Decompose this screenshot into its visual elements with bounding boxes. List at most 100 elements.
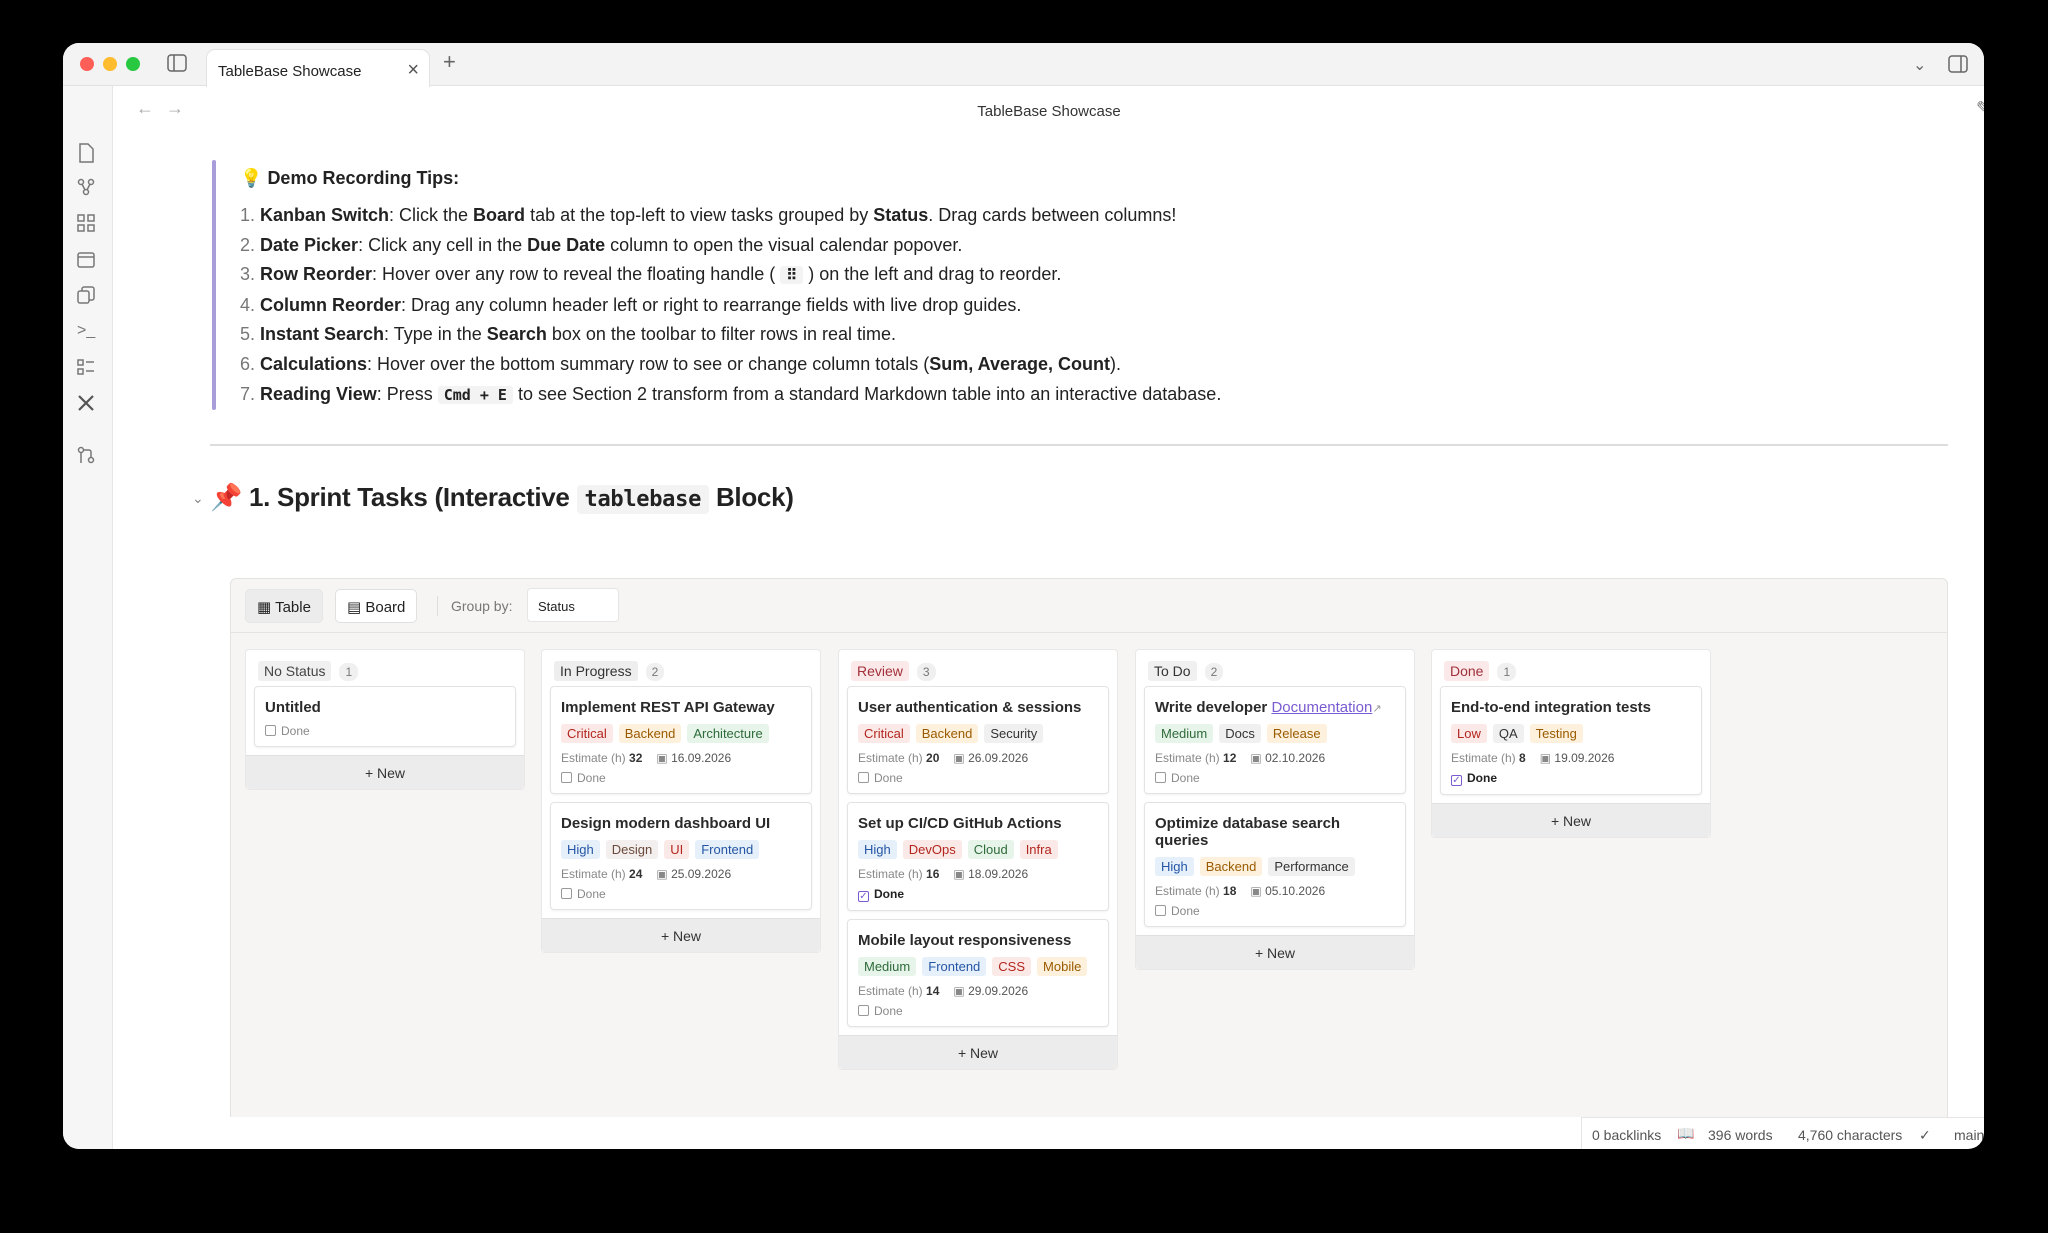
new-card-button[interactable]: + New bbox=[542, 918, 820, 952]
tag[interactable]: Cloud bbox=[967, 840, 1014, 859]
copy-icon[interactable] bbox=[77, 286, 99, 308]
done-checkbox[interactable]: Done bbox=[265, 724, 505, 738]
tag[interactable]: High bbox=[561, 840, 600, 859]
estimate-value[interactable]: 18 bbox=[1223, 884, 1236, 898]
tag[interactable]: Medium bbox=[858, 957, 917, 976]
task-card[interactable]: End-to-end integration tests Low QA Testing… bbox=[1440, 686, 1702, 795]
done-checkbox[interactable]: Done bbox=[1155, 904, 1395, 918]
tag[interactable]: Frontend bbox=[922, 957, 987, 976]
estimate-value[interactable]: 32 bbox=[629, 751, 642, 765]
estimate-value[interactable]: 12 bbox=[1223, 751, 1236, 765]
close-window-button[interactable] bbox=[80, 57, 94, 71]
done-checkbox[interactable]: Done bbox=[561, 771, 801, 785]
groupby-select[interactable]: Status bbox=[527, 588, 619, 622]
graph-icon[interactable] bbox=[77, 178, 99, 200]
estimate-value[interactable]: 8 bbox=[1519, 751, 1526, 765]
task-card[interactable]: Set up CI/CD GitHub Actions High DevOps Clo… bbox=[847, 802, 1109, 911]
new-card-button[interactable]: + New bbox=[1136, 935, 1414, 969]
backlinks-count[interactable]: 0 backlinks bbox=[1592, 1127, 1661, 1143]
file-icon[interactable] bbox=[77, 143, 99, 165]
right-sidebar-toggle-icon[interactable] bbox=[1948, 55, 1968, 78]
done-checkbox[interactable]: ✓ Done bbox=[1451, 771, 1691, 786]
tag[interactable]: Backend bbox=[1199, 857, 1263, 876]
maximize-window-button[interactable] bbox=[126, 57, 140, 71]
close-tab-icon[interactable]: × bbox=[407, 59, 419, 82]
done-checkbox[interactable]: Done bbox=[1155, 771, 1395, 785]
edit-icon[interactable]: ✎ bbox=[1976, 98, 1984, 119]
tag[interactable]: Backend bbox=[618, 724, 682, 743]
task-card[interactable]: Mobile layout responsiveness Medium Fronte… bbox=[847, 919, 1109, 1027]
done-checkbox[interactable]: Done bbox=[561, 887, 801, 901]
tag[interactable]: Security bbox=[984, 724, 1044, 743]
column-header[interactable]: No Status 1 bbox=[246, 650, 524, 686]
tag[interactable]: UI bbox=[664, 840, 690, 859]
task-card[interactable]: Write developer Documentation↗ Medium Docs… bbox=[1144, 686, 1406, 794]
git-icon[interactable] bbox=[77, 446, 99, 468]
tag[interactable]: Frontend bbox=[695, 840, 760, 859]
tag[interactable]: Mobile bbox=[1037, 957, 1088, 976]
fold-chevron-icon[interactable]: ⌄ bbox=[192, 490, 204, 507]
estimate-value[interactable]: 14 bbox=[926, 984, 939, 998]
tag[interactable]: Backend bbox=[915, 724, 979, 743]
tab-tablebase-showcase[interactable]: TableBase Showcase × bbox=[206, 49, 430, 87]
due-date[interactable]: 02.10.2026 bbox=[1265, 751, 1325, 765]
done-checkbox[interactable]: ✓ Done bbox=[858, 887, 1098, 902]
new-tab-icon[interactable]: + bbox=[443, 49, 456, 75]
tag[interactable]: Architecture bbox=[687, 724, 769, 743]
tools-icon[interactable] bbox=[77, 394, 99, 416]
documentation-link[interactable]: Documentation bbox=[1271, 699, 1372, 716]
tag[interactable]: Infra bbox=[1019, 840, 1058, 859]
task-card[interactable]: Design modern dashboard UI High Design UI Fr… bbox=[550, 802, 812, 910]
sidebar-toggle-icon[interactable] bbox=[167, 54, 187, 77]
git-branch[interactable]: main bbox=[1954, 1127, 1984, 1143]
estimate-value[interactable]: 20 bbox=[926, 751, 939, 765]
minimize-window-button[interactable] bbox=[103, 57, 117, 71]
due-date[interactable]: 26.09.2026 bbox=[968, 751, 1028, 765]
estimate-value[interactable]: 16 bbox=[926, 867, 939, 881]
list-icon[interactable] bbox=[77, 358, 99, 380]
due-date[interactable]: 25.09.2026 bbox=[671, 867, 731, 881]
terminal-icon[interactable]: >_ bbox=[77, 322, 99, 344]
due-date[interactable]: 05.10.2026 bbox=[1265, 884, 1325, 898]
column-header[interactable]: Done 1 bbox=[1432, 650, 1710, 686]
tag[interactable]: Release bbox=[1266, 724, 1327, 743]
tag[interactable]: Performance bbox=[1268, 857, 1355, 876]
tag[interactable]: Critical bbox=[561, 724, 613, 743]
kanban-column: To Do 2 Write developer Documentation↗ Medi… bbox=[1135, 649, 1415, 970]
tag[interactable]: Docs bbox=[1219, 724, 1261, 743]
card-title: Write developer Documentation↗ bbox=[1155, 699, 1395, 716]
new-card-button[interactable]: + New bbox=[246, 755, 524, 789]
due-date[interactable]: 18.09.2026 bbox=[968, 867, 1028, 881]
tag[interactable]: DevOps bbox=[902, 840, 962, 859]
due-date[interactable]: 19.09.2026 bbox=[1554, 751, 1614, 765]
column-header[interactable]: Review 3 bbox=[839, 650, 1117, 686]
chevron-down-icon[interactable]: ⌄ bbox=[1913, 55, 1926, 75]
task-card[interactable]: Implement REST API Gateway Critical Backen… bbox=[550, 686, 812, 794]
board-view-button[interactable]: ▤ Board bbox=[335, 589, 418, 623]
due-date[interactable]: 29.09.2026 bbox=[968, 984, 1028, 998]
new-card-button[interactable]: + New bbox=[839, 1035, 1117, 1069]
task-card[interactable]: Untitled Done bbox=[254, 686, 516, 747]
tag[interactable]: Critical bbox=[858, 724, 910, 743]
tag[interactable]: CSS bbox=[992, 957, 1032, 976]
due-date[interactable]: 16.09.2026 bbox=[671, 751, 731, 765]
tag[interactable]: Testing bbox=[1529, 724, 1583, 743]
column-header[interactable]: To Do 2 bbox=[1136, 650, 1414, 686]
book-icon[interactable]: 📖 bbox=[1677, 1125, 1694, 1142]
done-checkbox[interactable]: Done bbox=[858, 771, 1098, 785]
tag[interactable]: Low bbox=[1451, 724, 1487, 743]
table-view-button[interactable]: ▦ Table bbox=[245, 589, 323, 623]
estimate-value[interactable]: 24 bbox=[629, 867, 642, 881]
tag[interactable]: High bbox=[1155, 857, 1194, 876]
tag[interactable]: High bbox=[858, 840, 897, 859]
grid-icon[interactable] bbox=[77, 214, 99, 236]
column-header[interactable]: In Progress 2 bbox=[542, 650, 820, 686]
task-card[interactable]: User authentication & sessions Critical Ba… bbox=[847, 686, 1109, 794]
tag[interactable]: Medium bbox=[1155, 724, 1214, 743]
tag[interactable]: Design bbox=[605, 840, 659, 859]
new-card-button[interactable]: + New bbox=[1432, 803, 1710, 837]
task-card[interactable]: Optimize database search queries High Back… bbox=[1144, 802, 1406, 927]
calendar-icon[interactable] bbox=[77, 250, 99, 272]
done-checkbox[interactable]: Done bbox=[858, 1004, 1098, 1018]
tag[interactable]: QA bbox=[1492, 724, 1524, 743]
